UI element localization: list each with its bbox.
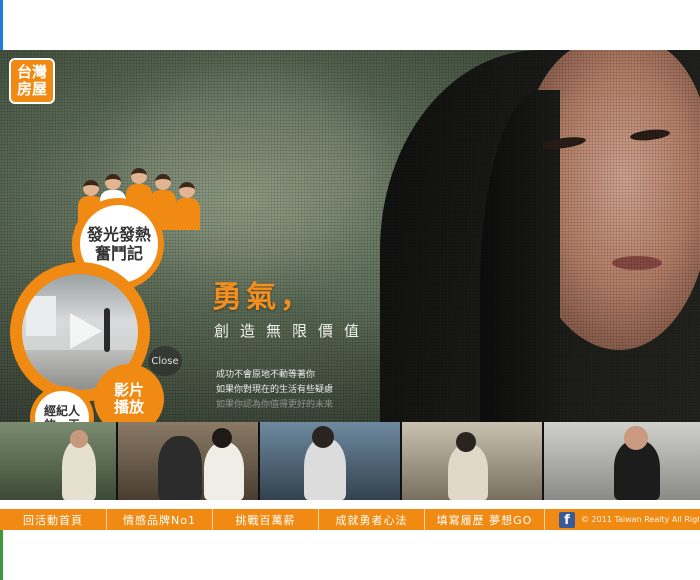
video-dancer xyxy=(104,308,110,352)
team-member xyxy=(174,182,200,230)
video-thumbnail[interactable] xyxy=(118,422,260,500)
video-thumbnail-strip xyxy=(0,422,700,500)
page: 台灣 房屋 發光發熱 奮鬥記 Close 影片 播放 經紀人 的一天 xyxy=(0,0,700,580)
bottom-blank-area xyxy=(0,530,700,580)
hero-subhead: 創造無限價值 xyxy=(214,322,371,340)
play-label: 影片 xyxy=(113,381,144,399)
play-icon[interactable] xyxy=(70,313,102,349)
close-button[interactable]: Close xyxy=(148,346,182,376)
nav-item-mindset[interactable]: 成就勇者心法 xyxy=(319,509,425,530)
agent-label: 經紀人 xyxy=(43,404,80,418)
copy-line: 如果你認為你值得更好的未來 xyxy=(216,400,334,410)
copy-line: 如果你對現在的生活有些疑慮 xyxy=(216,385,334,395)
nav-item-salary[interactable]: 挑戰百萬薪 xyxy=(213,509,319,530)
bottom-accent-bar xyxy=(0,530,3,580)
facebook-icon[interactable]: f xyxy=(559,511,575,528)
hero-headline: 勇氣， xyxy=(212,280,314,315)
copy-line: 成功不會原地不動等著你 xyxy=(216,370,316,380)
taiwan-realty-logo[interactable]: 台灣 房屋 xyxy=(9,58,55,104)
top-blank-area xyxy=(0,0,700,50)
left-accent-bar xyxy=(0,0,3,50)
story-label: 發光發熱 xyxy=(86,225,151,244)
copyright-text: © 2011 Taiwan Realty All Right xyxy=(581,515,699,524)
nav-item-brand[interactable]: 情感品牌No1 xyxy=(107,509,213,530)
story-label: 奮鬥記 xyxy=(94,244,143,263)
hero-copy: 成功不會原地不動等著你 如果你對現在的生活有些疑慮 如果你認為你值得更好的未來 xyxy=(216,368,333,413)
nav-item-home[interactable]: 回活動首頁 xyxy=(0,509,107,530)
bottom-nav-bar: 回活動首頁 情感品牌No1 挑戰百萬薪 成就勇者心法 填寫履歷 夢想GO f ©… xyxy=(0,509,700,530)
play-label: 播放 xyxy=(113,398,144,416)
video-thumbnail[interactable] xyxy=(260,422,402,500)
video-thumbnail[interactable] xyxy=(0,422,118,500)
video-window xyxy=(26,296,56,336)
logo-line: 台灣 xyxy=(16,63,47,81)
video-thumbnail[interactable] xyxy=(402,422,544,500)
video-thumbnail[interactable] xyxy=(544,422,700,500)
logo-line: 房屋 xyxy=(16,80,47,98)
nav-item-apply[interactable]: 填寫履歷 夢想GO xyxy=(425,509,545,530)
